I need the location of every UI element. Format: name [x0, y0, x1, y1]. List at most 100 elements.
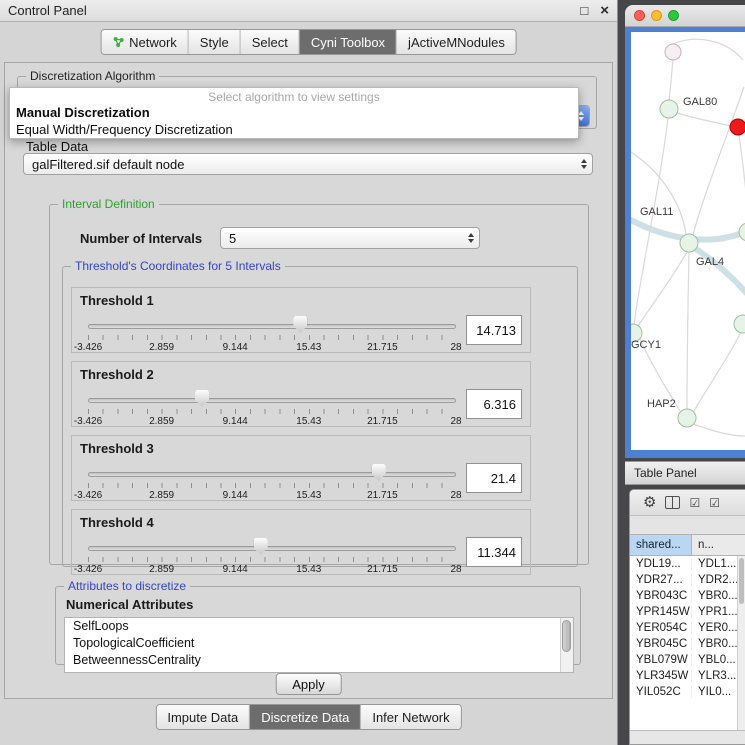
columns-icon[interactable]	[665, 496, 680, 509]
threshold-value-field[interactable]	[466, 315, 522, 345]
tab-select[interactable]: Select	[241, 30, 300, 54]
table-row[interactable]: YDL19...YDL1...	[630, 556, 737, 572]
tab-style[interactable]: Style	[189, 30, 241, 54]
network-edge[interactable]	[669, 60, 673, 100]
table-row[interactable]: YLR345WYLR3...	[630, 668, 737, 684]
column-header-shared-name[interactable]: shared...	[630, 535, 692, 555]
network-node[interactable]	[680, 234, 698, 252]
slider-scale: -3.426 2.859 9.144 15.43 21.715 28	[88, 490, 456, 501]
network-node[interactable]	[739, 223, 745, 241]
network-node[interactable]	[665, 44, 681, 60]
numerical-attributes-list: SelfLoops TopologicalCoefficient Between…	[64, 617, 574, 673]
scrollbar-thumb[interactable]	[562, 620, 571, 652]
list-item-topologicalcoefficient[interactable]: TopologicalCoefficient	[65, 635, 573, 652]
tab-jactivemnodules[interactable]: jActiveMNodules	[397, 30, 516, 54]
select-all-checkbox-icon[interactable]: ☑	[689, 497, 700, 509]
close-traffic-light-icon[interactable]	[634, 10, 645, 21]
slider-scale-label: 2.859	[149, 416, 174, 427]
scrollbar-thumb[interactable]	[739, 558, 744, 604]
slider-thumb[interactable]	[254, 538, 268, 555]
zoom-traffic-light-icon[interactable]	[668, 10, 679, 21]
deselect-all-checkbox-icon[interactable]: ☑	[709, 497, 720, 509]
slider-thumb[interactable]	[293, 316, 307, 333]
cell-shared-name[interactable]: YBR045C	[630, 638, 692, 650]
control-panel-title: Control Panel	[8, 3, 568, 18]
minimize-traffic-light-icon[interactable]	[651, 10, 662, 21]
cell-name[interactable]: YDL1...	[692, 558, 737, 570]
close-window-icon[interactable]: ×	[600, 3, 609, 18]
table-data-combobox[interactable]: galFiltered.sif default node	[23, 153, 593, 175]
cell-name[interactable]: YBR0...	[692, 638, 737, 650]
list-item-selfloops[interactable]: SelfLoops	[65, 618, 573, 635]
slider-track[interactable]	[88, 546, 456, 551]
cell-name[interactable]: YLR3...	[692, 670, 737, 682]
tab-network[interactable]: Network	[101, 30, 189, 54]
dropdown-option-equal-width[interactable]: Equal Width/Frequency Discretization	[10, 121, 578, 138]
network-edge[interactable]	[693, 424, 745, 436]
network-edge[interactable]	[693, 332, 741, 413]
cell-shared-name[interactable]: YIL052C	[630, 686, 692, 698]
network-edge[interactable]	[739, 135, 745, 223]
slider-thumb[interactable]	[372, 464, 386, 481]
network-node-gal80[interactable]	[660, 100, 678, 118]
table-row[interactable]: YBR045CYBR0...	[630, 636, 737, 652]
slider-track[interactable]	[88, 324, 456, 329]
table-row[interactable]: YBL079WYBL0...	[630, 652, 737, 668]
table-vertical-scrollbar[interactable]	[737, 556, 745, 730]
network-edge[interactable]	[673, 39, 743, 60]
float-window-icon[interactable]: □	[580, 4, 588, 17]
network-canvas[interactable]: GAL80 GAL11 GAL4 GCY1 HAP2	[631, 32, 745, 450]
slider-track[interactable]	[88, 472, 456, 477]
cell-name[interactable]: YBR0...	[692, 590, 737, 602]
tab-impute-data[interactable]: Impute Data	[156, 705, 250, 729]
table-row[interactable]: YBR043CYBR0...	[630, 588, 737, 604]
cell-name[interactable]: YIL0...	[692, 686, 737, 698]
slider-scale-label: 9.144	[223, 490, 248, 501]
threshold-value-field[interactable]	[466, 463, 522, 493]
table-panel-header[interactable]: Table Panel	[625, 461, 745, 485]
table-horizontal-scrollbar[interactable]	[630, 730, 745, 744]
threshold-value-field[interactable]	[466, 537, 522, 567]
cell-name[interactable]: YPR1...	[692, 606, 737, 618]
dropdown-option-manual-discretization[interactable]: Manual Discretization	[10, 104, 578, 121]
cell-shared-name[interactable]: YLR345W	[630, 670, 692, 682]
tab-discretize-data[interactable]: Discretize Data	[250, 705, 361, 729]
slider-scale-label: 28	[450, 416, 461, 427]
gear-icon[interactable]: ⚙	[643, 495, 656, 510]
tab-infer-network[interactable]: Infer Network	[361, 705, 460, 729]
network-edge[interactable]	[693, 87, 744, 235]
table-row[interactable]: YER054CYER0...	[630, 620, 737, 636]
cell-shared-name[interactable]: YDL19...	[630, 558, 692, 570]
network-edge[interactable]	[693, 247, 745, 296]
cell-shared-name[interactable]: YBR043C	[630, 590, 692, 602]
cell-name[interactable]: YBL0...	[692, 654, 737, 666]
apply-button[interactable]: Apply	[275, 673, 342, 695]
cell-name[interactable]: YER0...	[692, 622, 737, 634]
table-row[interactable]: YPR145WYPR1...	[630, 604, 737, 620]
cell-shared-name[interactable]: YPR145W	[630, 606, 692, 618]
network-edge[interactable]	[687, 252, 689, 409]
table-row[interactable]: YDR27...YDR2...	[630, 572, 737, 588]
network-node[interactable]	[734, 315, 745, 333]
cell-shared-name[interactable]: YER054C	[630, 622, 692, 634]
threshold-slider: -3.426 2.859 9.144 15.43 21.715 28	[88, 316, 456, 354]
tab-cyni-toolbox[interactable]: Cyni Toolbox	[300, 30, 397, 54]
list-scrollbar[interactable]	[560, 618, 573, 672]
slider-track[interactable]	[88, 398, 456, 403]
cell-shared-name[interactable]: YDR27...	[630, 574, 692, 586]
slider-scale-label: 9.144	[223, 416, 248, 427]
cell-shared-name[interactable]: YBL079W	[630, 654, 692, 666]
list-item-betweennesscentrality[interactable]: BetweennessCentrality	[65, 652, 573, 669]
network-edge[interactable]	[677, 113, 731, 126]
network-edge[interactable]	[638, 252, 687, 326]
slider-thumb[interactable]	[195, 390, 209, 407]
network-node-selected-red[interactable]	[730, 119, 745, 135]
threshold-value-field[interactable]	[466, 389, 522, 419]
slider-scale-label: 15.43	[296, 490, 321, 501]
network-node-hap2[interactable]	[678, 409, 696, 427]
table-row[interactable]: YIL052CYIL0...	[630, 684, 737, 700]
threshold-slider: -3.426 2.859 9.144 15.43 21.715 28	[88, 390, 456, 428]
cell-name[interactable]: YDR2...	[692, 574, 737, 586]
number-of-intervals-combobox[interactable]: 5	[220, 227, 480, 249]
column-header-name[interactable]: n...	[692, 535, 745, 555]
